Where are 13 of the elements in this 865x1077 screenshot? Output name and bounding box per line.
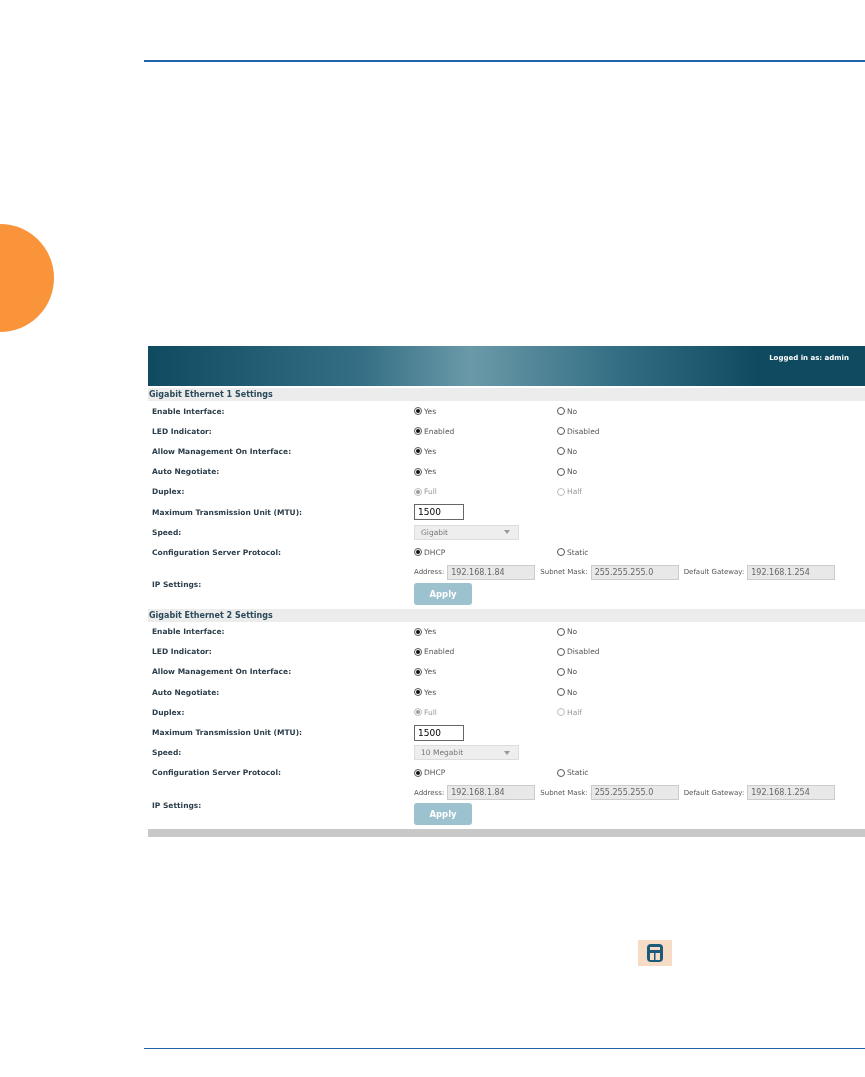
save-icon [638, 940, 672, 966]
section-header: Gigabit Ethernet 1 Settings [148, 388, 865, 401]
caret-icon [504, 530, 510, 535]
mtu-input[interactable]: 1500 [414, 504, 464, 521]
section-header: Gigabit Ethernet 2 Settings [148, 608, 865, 622]
ip-field: 192.168.1.254 [747, 785, 836, 800]
ip-field: 192.168.1.84 [447, 564, 536, 580]
ip-field: 255.255.255.0 [590, 785, 679, 800]
ip-field: 192.168.1.84 [447, 785, 536, 800]
ip-field: 192.168.1.254 [747, 564, 836, 580]
mtu-input[interactable]: 1500 [414, 724, 464, 741]
caret-icon [504, 750, 510, 755]
ip-field: 255.255.255.0 [590, 564, 679, 580]
